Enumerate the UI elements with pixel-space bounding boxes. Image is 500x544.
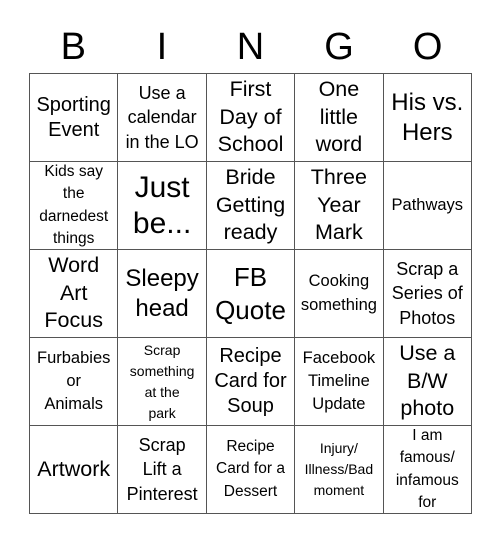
bingo-cell[interactable]: Furbabies or Animals <box>30 338 119 426</box>
cell-text: Use a calendar in the LO <box>125 83 199 152</box>
bingo-cell[interactable]: Pathways <box>383 162 472 250</box>
cell-text: Sporting Event <box>36 93 111 141</box>
bingo-cell[interactable]: Sporting Event <box>30 74 119 162</box>
header-letter-g: G <box>324 26 354 68</box>
header-letter-b: B <box>60 26 86 68</box>
bingo-cell[interactable]: Kids say the darnedest things <box>30 162 119 250</box>
cell-text: Scrap a Series of Photos <box>391 259 463 328</box>
bingo-header: B I N G O <box>29 22 472 72</box>
cell-text: FB Quote <box>215 262 286 325</box>
cell-text: Artwork <box>37 456 111 481</box>
cell-text: Furbabies or Animals <box>37 348 111 414</box>
cell-text: Injury/ Illness/Bad moment <box>304 440 374 498</box>
cell-text: Kids say the darnedest things <box>39 162 109 247</box>
cell-text: Facebook Timeline Update <box>302 348 376 414</box>
cell-text: Scrap Lift a Pinterest <box>126 435 198 504</box>
bingo-cell[interactable]: Artwork <box>30 426 119 514</box>
bingo-cell[interactable]: First Day of School <box>206 74 296 162</box>
bingo-cell[interactable]: Use a calendar in the LO <box>118 74 207 162</box>
bingo-cell[interactable]: Injury/ Illness/Bad moment <box>295 426 384 514</box>
cell-text: First Day of School <box>217 76 284 157</box>
bingo-cell[interactable]: I am famous/ infamous for <box>383 426 472 514</box>
header-letter-i: I <box>156 26 168 68</box>
bingo-cell[interactable]: His vs. Hers <box>383 74 472 162</box>
cell-text: Bride Getting ready <box>215 164 286 245</box>
bingo-cell[interactable]: Just be... <box>118 162 207 250</box>
bingo-cell[interactable]: Recipe Card for Soup <box>206 338 296 426</box>
cell-text: His vs. Hers <box>391 88 464 146</box>
cell-text: Three Year Mark <box>310 164 367 245</box>
cell-text: One little word <box>315 76 363 157</box>
bingo-cell[interactable]: Recipe Card for a Dessert <box>206 426 296 514</box>
bingo-cell[interactable]: Cooking something <box>295 250 384 338</box>
bingo-cell[interactable]: Scrap a Series of Photos <box>383 250 472 338</box>
cell-text: Word Art Focus <box>44 252 103 333</box>
cell-text: Recipe Card for Soup <box>214 345 287 417</box>
bingo-cell[interactable]: Sleepy head <box>118 250 207 338</box>
cell-text: Cooking something <box>300 272 377 314</box>
bingo-card-grid: Sporting Event Use a calendar in the LO … <box>29 73 472 514</box>
bingo-cell[interactable]: Three Year Mark <box>295 162 384 250</box>
header-letter-o: O <box>412 26 443 68</box>
cell-text: Recipe Card for a Dessert <box>216 437 285 500</box>
bingo-cell[interactable]: Facebook Timeline Update <box>295 338 384 426</box>
cell-text: Pathways <box>391 195 464 214</box>
bingo-cell[interactable]: FB Quote <box>206 250 296 338</box>
cell-text: I am famous/ infamous for <box>395 426 459 511</box>
bingo-cell[interactable]: Scrap Lift a Pinterest <box>118 426 207 514</box>
cell-text: Scrap something at the park <box>129 341 195 421</box>
bingo-cell[interactable]: Word Art Focus <box>30 250 119 338</box>
cell-text: Use a B/W photo <box>399 340 456 421</box>
header-letter-n: N <box>236 26 265 68</box>
bingo-cell[interactable]: Scrap something at the park <box>118 338 207 426</box>
bingo-cell[interactable]: Bride Getting ready <box>206 162 296 250</box>
bingo-cell[interactable]: One little word <box>295 74 384 162</box>
bingo-cell[interactable]: Use a B/W photo <box>383 338 472 426</box>
cell-text: Just be... <box>132 170 192 240</box>
cell-text: Sleepy head <box>125 264 199 322</box>
